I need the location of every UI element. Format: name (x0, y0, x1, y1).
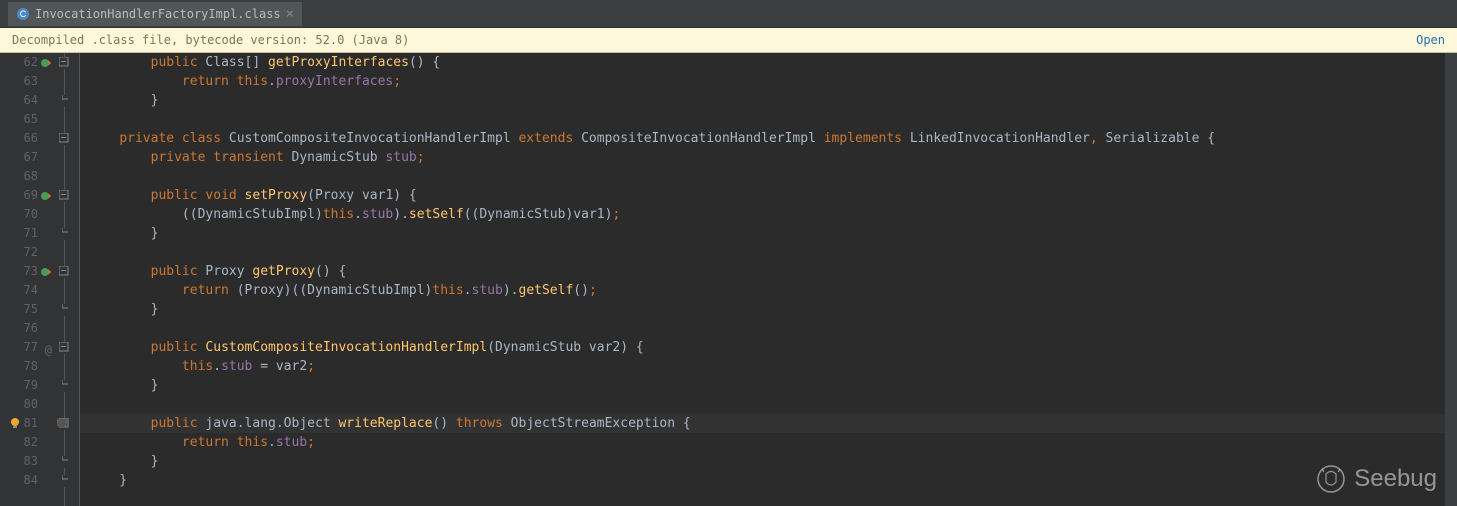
fold-toggle-icon[interactable] (58, 190, 70, 202)
code-line[interactable]: public Proxy getProxy() { (88, 262, 1457, 281)
line-number: 63 (0, 72, 38, 91)
fold-toggle-icon[interactable] (58, 266, 70, 278)
override-icon[interactable] (40, 189, 52, 201)
line-number: 71 (0, 224, 38, 243)
code-line[interactable]: } (88, 452, 1457, 471)
line-number: 73 (0, 262, 38, 281)
line-number: 64 (0, 91, 38, 110)
editor[interactable]: 62636465666768697071727374757677@787980 8… (0, 53, 1457, 506)
line-number: 65 (0, 110, 38, 129)
fold-end-icon (60, 380, 72, 392)
line-number: 74 (0, 281, 38, 300)
line-number: 82 (0, 433, 38, 452)
fold-toggle-icon[interactable] (58, 342, 70, 354)
line-number: 80 (0, 395, 38, 414)
fold-end-icon (60, 228, 72, 240)
fold-toggle-icon[interactable] (58, 57, 70, 69)
code-line[interactable] (88, 167, 1457, 186)
fold-end-icon (60, 304, 72, 316)
tab-bar: C InvocationHandlerFactoryImpl.class × (0, 0, 1457, 28)
info-bar: Decompiled .class file, bytecode version… (0, 28, 1457, 53)
code-line[interactable] (88, 395, 1457, 414)
fold-end-icon (60, 456, 72, 468)
code-line[interactable]: public java.lang.Object writeReplace() t… (88, 414, 1457, 433)
info-message: Decompiled .class file, bytecode version… (12, 33, 409, 47)
code-line[interactable]: private class CustomCompositeInvocationH… (88, 129, 1457, 148)
svg-text:C: C (20, 9, 27, 19)
code-line[interactable] (88, 243, 1457, 262)
code-line[interactable]: return this.stub; (88, 433, 1457, 452)
fold-end-icon (60, 95, 72, 107)
override-icon[interactable] (40, 265, 52, 277)
shield-icon[interactable] (56, 417, 68, 429)
code-line[interactable]: } (88, 376, 1457, 395)
code-line[interactable]: public void setProxy(Proxy var1) { (88, 186, 1457, 205)
close-icon[interactable]: × (286, 6, 294, 22)
code-line[interactable]: return this.proxyInterfaces; (88, 72, 1457, 91)
line-number: 68 (0, 167, 38, 186)
code-line[interactable] (88, 319, 1457, 338)
code-line[interactable]: ((DynamicStubImpl)this.stub).setSelf((Dy… (88, 205, 1457, 224)
line-number: 77@ (0, 338, 38, 357)
line-number: 75 (0, 300, 38, 319)
editor-tab[interactable]: C InvocationHandlerFactoryImpl.class × (8, 2, 302, 26)
line-number-gutter: 62636465666768697071727374757677@787980 8… (0, 53, 52, 506)
line-number: 66 (0, 129, 38, 148)
code-line[interactable]: private transient DynamicStub stub; (88, 148, 1457, 167)
info-open-link[interactable]: Open (1416, 33, 1445, 47)
intention-bulb-icon[interactable] (8, 416, 22, 430)
line-number: 78 (0, 357, 38, 376)
code-line[interactable]: public Class[] getProxyInterfaces() { (88, 53, 1457, 72)
at-sign-icon[interactable]: @ (40, 341, 52, 353)
line-number: 79 (0, 376, 38, 395)
fold-end-icon (60, 475, 72, 487)
line-number: 67 (0, 148, 38, 167)
line-number: 76 (0, 319, 38, 338)
code-line[interactable]: } (88, 91, 1457, 110)
line-number: 84 (0, 471, 38, 490)
override-icon[interactable] (40, 56, 52, 68)
code-line[interactable]: } (88, 471, 1457, 490)
line-number: 70 (0, 205, 38, 224)
code-area[interactable]: public Class[] getProxyInterfaces() { re… (80, 53, 1457, 506)
line-number: 83 (0, 452, 38, 471)
code-line[interactable] (88, 110, 1457, 129)
class-file-icon: C (16, 7, 30, 21)
code-line[interactable]: public CustomCompositeInvocationHandlerI… (88, 338, 1457, 357)
code-line[interactable]: } (88, 300, 1457, 319)
tab-filename: InvocationHandlerFactoryImpl.class (35, 7, 281, 21)
fold-column (52, 53, 80, 506)
code-line[interactable]: return (Proxy)((DynamicStubImpl)this.stu… (88, 281, 1457, 300)
line-number: 62 (0, 53, 38, 72)
code-line[interactable]: this.stub = var2; (88, 357, 1457, 376)
fold-toggle-icon[interactable] (58, 133, 70, 145)
vertical-scrollbar[interactable] (1445, 53, 1457, 506)
line-number: 72 (0, 243, 38, 262)
line-number: 69 (0, 186, 38, 205)
code-line[interactable]: } (88, 224, 1457, 243)
